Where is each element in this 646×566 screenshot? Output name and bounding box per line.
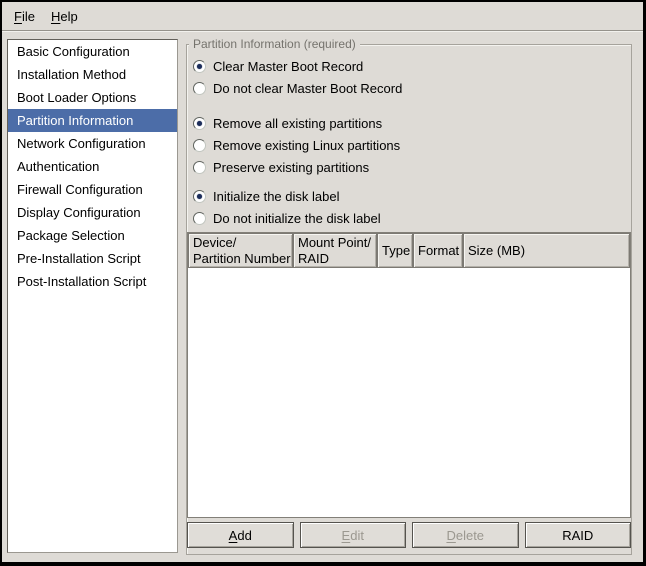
- radio-button-icon[interactable]: [193, 212, 206, 225]
- delete-button[interactable]: Delete: [412, 522, 519, 548]
- sidebar-item-boot-loader-options[interactable]: Boot Loader Options: [8, 86, 177, 109]
- sidebar-item-installation-method[interactable]: Installation Method: [8, 63, 177, 86]
- sidebar-item-pre-installation-script[interactable]: Pre-Installation Script: [8, 247, 177, 270]
- sidebar-item-network-configuration[interactable]: Network Configuration: [8, 132, 177, 155]
- section-list: Basic ConfigurationInstallation MethodBo…: [7, 39, 178, 553]
- radio-label: Initialize the disk label: [213, 189, 339, 204]
- radio-button-icon[interactable]: [193, 82, 206, 95]
- menu-file[interactable]: File: [6, 6, 43, 27]
- radio-groups: Clear Master Boot Record Do not clear Mas…: [193, 55, 625, 229]
- radio-remove-existing-linux-partitions[interactable]: Remove existing Linux partitions: [193, 134, 625, 156]
- radio-label: Do not initialize the disk label: [213, 211, 381, 226]
- sidebar-item-package-selection[interactable]: Package Selection: [8, 224, 177, 247]
- column-header-text: Size (MB): [468, 243, 625, 259]
- kickstart-configurator-window: FileHelp Basic ConfigurationInstallation…: [0, 0, 646, 566]
- sidebar-item-post-installation-script[interactable]: Post-Installation Script: [8, 270, 177, 293]
- window-body: FileHelp Basic ConfigurationInstallation…: [2, 2, 643, 562]
- button-row: AddEditDeleteRAID: [187, 522, 631, 548]
- radio-group-1: Remove all existing partitions Remove exi…: [193, 112, 625, 178]
- partitions-table: Device/Partition NumberMount Point/RAIDT…: [187, 232, 631, 518]
- radio-preserve-existing-partitions[interactable]: Preserve existing partitions: [193, 156, 625, 178]
- partition-information-frame: Clear Master Boot Record Do not clear Mas…: [186, 44, 632, 555]
- table-header-row: Device/Partition NumberMount Point/RAIDT…: [188, 233, 630, 268]
- sidebar-item-firewall-configuration[interactable]: Firewall Configuration: [8, 178, 177, 201]
- column-header-text: Type: [382, 243, 408, 259]
- radio-group-0: Clear Master Boot Record Do not clear Mas…: [193, 55, 625, 99]
- frame-title: Partition Information (required): [189, 37, 360, 51]
- column-header-text: Device/: [193, 235, 288, 251]
- radio-label: Clear Master Boot Record: [213, 59, 363, 74]
- radio-label: Preserve existing partitions: [213, 160, 369, 175]
- radio-button-icon[interactable]: [193, 190, 206, 203]
- radio-label: Remove all existing partitions: [213, 116, 382, 131]
- sidebar-item-display-configuration[interactable]: Display Configuration: [8, 201, 177, 224]
- radio-label: Remove existing Linux partitions: [213, 138, 400, 153]
- menu-bar: FileHelp: [2, 2, 643, 31]
- radio-initialize-the-disk-label[interactable]: Initialize the disk label: [193, 185, 625, 207]
- column-header-text: Format: [418, 243, 458, 259]
- column-header-text: Partition Number: [193, 251, 288, 267]
- column-header-type[interactable]: Type: [377, 233, 413, 268]
- column-header-size-mb[interactable]: Size (MB): [463, 233, 630, 268]
- column-header-mount-point-raid[interactable]: Mount Point/RAID: [293, 233, 377, 268]
- sidebar-item-authentication[interactable]: Authentication: [8, 155, 177, 178]
- radio-button-icon[interactable]: [193, 117, 206, 130]
- radio-button-icon[interactable]: [193, 161, 206, 174]
- frame-content: Clear Master Boot Record Do not clear Mas…: [187, 45, 631, 554]
- radio-remove-all-existing-partitions[interactable]: Remove all existing partitions: [193, 112, 625, 134]
- radio-group-2: Initialize the disk label Do not initiali…: [193, 185, 625, 229]
- edit-button[interactable]: Edit: [300, 522, 407, 548]
- radio-do-not-initialize-the-disk-label[interactable]: Do not initialize the disk label: [193, 207, 625, 229]
- sidebar-item-basic-configuration[interactable]: Basic Configuration: [8, 40, 177, 63]
- menu-help[interactable]: Help: [43, 6, 86, 27]
- table-body[interactable]: [188, 268, 630, 517]
- column-header-device-partition-number[interactable]: Device/Partition Number: [188, 233, 293, 268]
- radio-button-icon[interactable]: [193, 139, 206, 152]
- column-header-text: RAID: [298, 251, 372, 267]
- sidebar-item-partition-information[interactable]: Partition Information: [8, 109, 177, 132]
- column-header-format[interactable]: Format: [413, 233, 463, 268]
- column-header-text: Mount Point/: [298, 235, 372, 251]
- raid-button[interactable]: RAID: [525, 522, 632, 548]
- add-button[interactable]: Add: [187, 522, 294, 548]
- radio-label: Do not clear Master Boot Record: [213, 81, 402, 96]
- radio-do-not-clear-master-boot-record[interactable]: Do not clear Master Boot Record: [193, 77, 625, 99]
- radio-clear-master-boot-record[interactable]: Clear Master Boot Record: [193, 55, 625, 77]
- radio-button-icon[interactable]: [193, 60, 206, 73]
